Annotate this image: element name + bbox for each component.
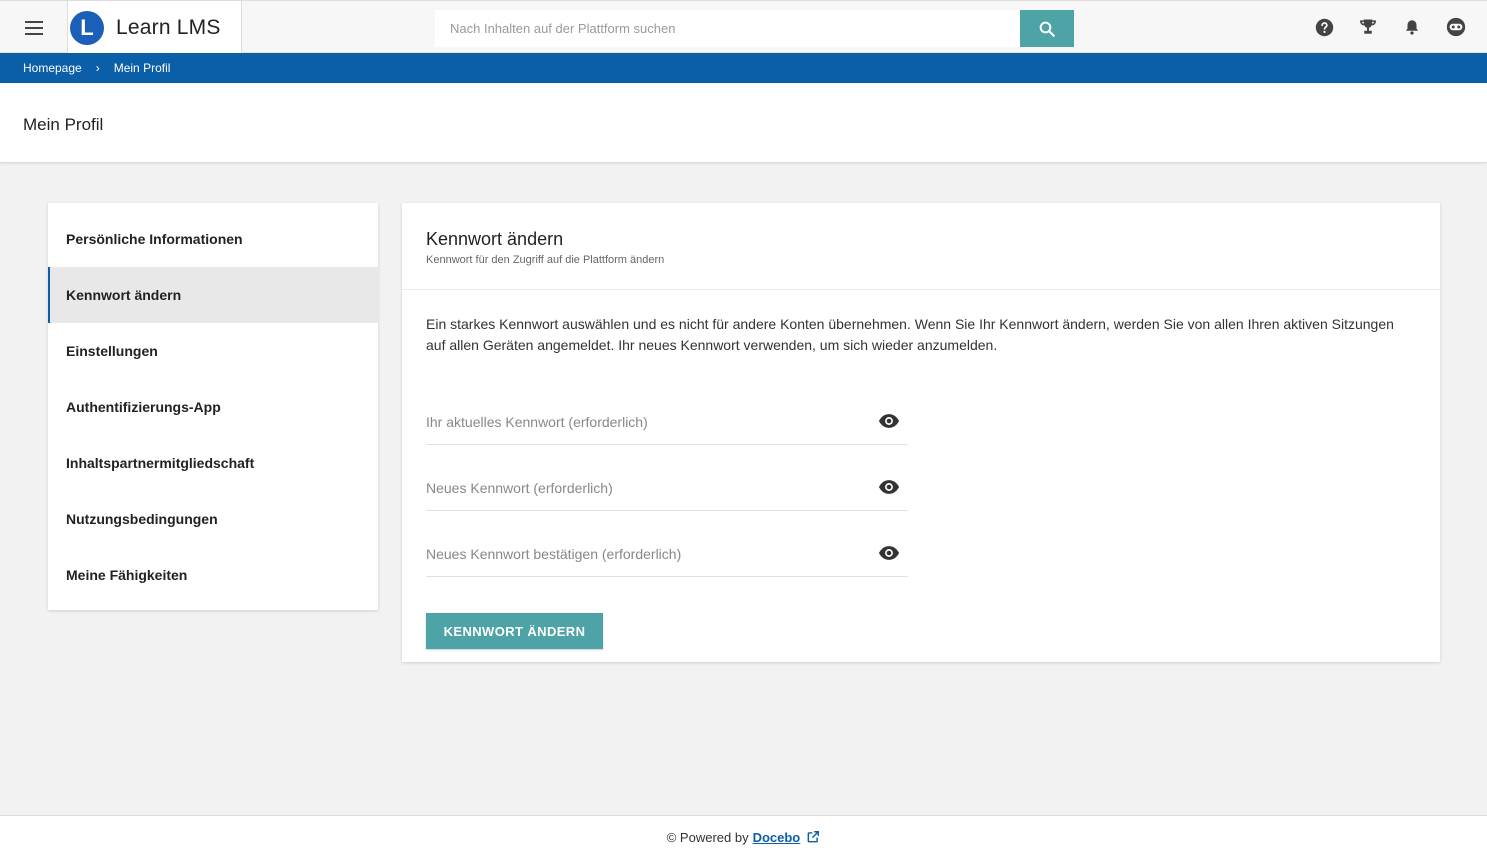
change-password-panel: Kennwort ändern Kennwort für den Zugriff… (402, 203, 1440, 662)
panel-title: Kennwort ändern (426, 229, 564, 249)
panel-subtitle: Kennwort für den Zugriff auf die Plattfo… (426, 254, 665, 266)
footer-powered-by: © Powered by (666, 829, 749, 845)
breadcrumb-home-link[interactable]: Homepage (23, 61, 82, 75)
confirm-password-field (426, 533, 908, 577)
sidebar-item-change-password[interactable]: Kennwort ändern (48, 267, 378, 323)
sidebar-item-my-skills[interactable]: Meine Fähigkeiten (48, 547, 378, 603)
new-password-field (426, 467, 908, 511)
breadcrumb-current: Mein Profil (113, 61, 171, 75)
sidebar-item-content-partner[interactable]: Inhaltspartnermitgliedschaft (48, 435, 378, 491)
help-icon[interactable] (1313, 16, 1335, 38)
footer: © Powered by Docebo (0, 815, 1487, 858)
current-password-input[interactable] (426, 409, 866, 435)
page-header: Mein Profil (0, 83, 1487, 163)
breadcrumb: Homepage › Mein Profil (0, 53, 1487, 83)
sidebar-item-personal-info[interactable]: Persönliche Informationen (48, 211, 378, 267)
profile-sidebar: Persönliche Informationen Kennwort änder… (48, 203, 378, 610)
logo-mark: L (70, 10, 104, 45)
search-bar (435, 10, 1074, 47)
search-button[interactable] (1020, 10, 1074, 47)
eye-icon[interactable] (878, 479, 900, 495)
bell-icon[interactable] (1401, 16, 1423, 38)
confirm-password-input[interactable] (426, 541, 866, 567)
avatar-icon[interactable] (1445, 16, 1467, 38)
top-bar: L Learn LMS (0, 0, 1487, 54)
eye-icon[interactable] (878, 545, 900, 561)
top-icons (1313, 16, 1467, 38)
page-title: Mein Profil (23, 115, 104, 134)
app-logo[interactable]: L Learn LMS (67, 1, 242, 54)
search-input[interactable] (435, 10, 1020, 47)
chevron-right-icon: › (95, 61, 100, 75)
change-password-button[interactable]: KENNWORT ÄNDERN (426, 613, 603, 649)
sidebar-item-terms[interactable]: Nutzungsbedingungen (48, 491, 378, 547)
eye-icon[interactable] (878, 413, 900, 429)
sidebar-item-authenticator-app[interactable]: Authentifizierungs-App (48, 379, 378, 435)
password-description: Ein starkes Kennwort auswählen und es ni… (426, 316, 1394, 353)
trophy-icon[interactable] (1357, 16, 1379, 38)
panel-body: Ein starkes Kennwort auswählen und es ni… (402, 290, 1440, 649)
docebo-link[interactable]: Docebo (753, 830, 801, 845)
sidebar-item-settings[interactable]: Einstellungen (48, 323, 378, 379)
app-name: Learn LMS (116, 15, 221, 39)
current-password-field (426, 401, 908, 445)
search-icon (1039, 21, 1055, 37)
hamburger-menu-icon[interactable] (14, 15, 54, 41)
external-link-icon[interactable] (806, 830, 820, 844)
new-password-input[interactable] (426, 475, 866, 501)
panel-header: Kennwort ändern Kennwort für den Zugriff… (402, 203, 1440, 290)
